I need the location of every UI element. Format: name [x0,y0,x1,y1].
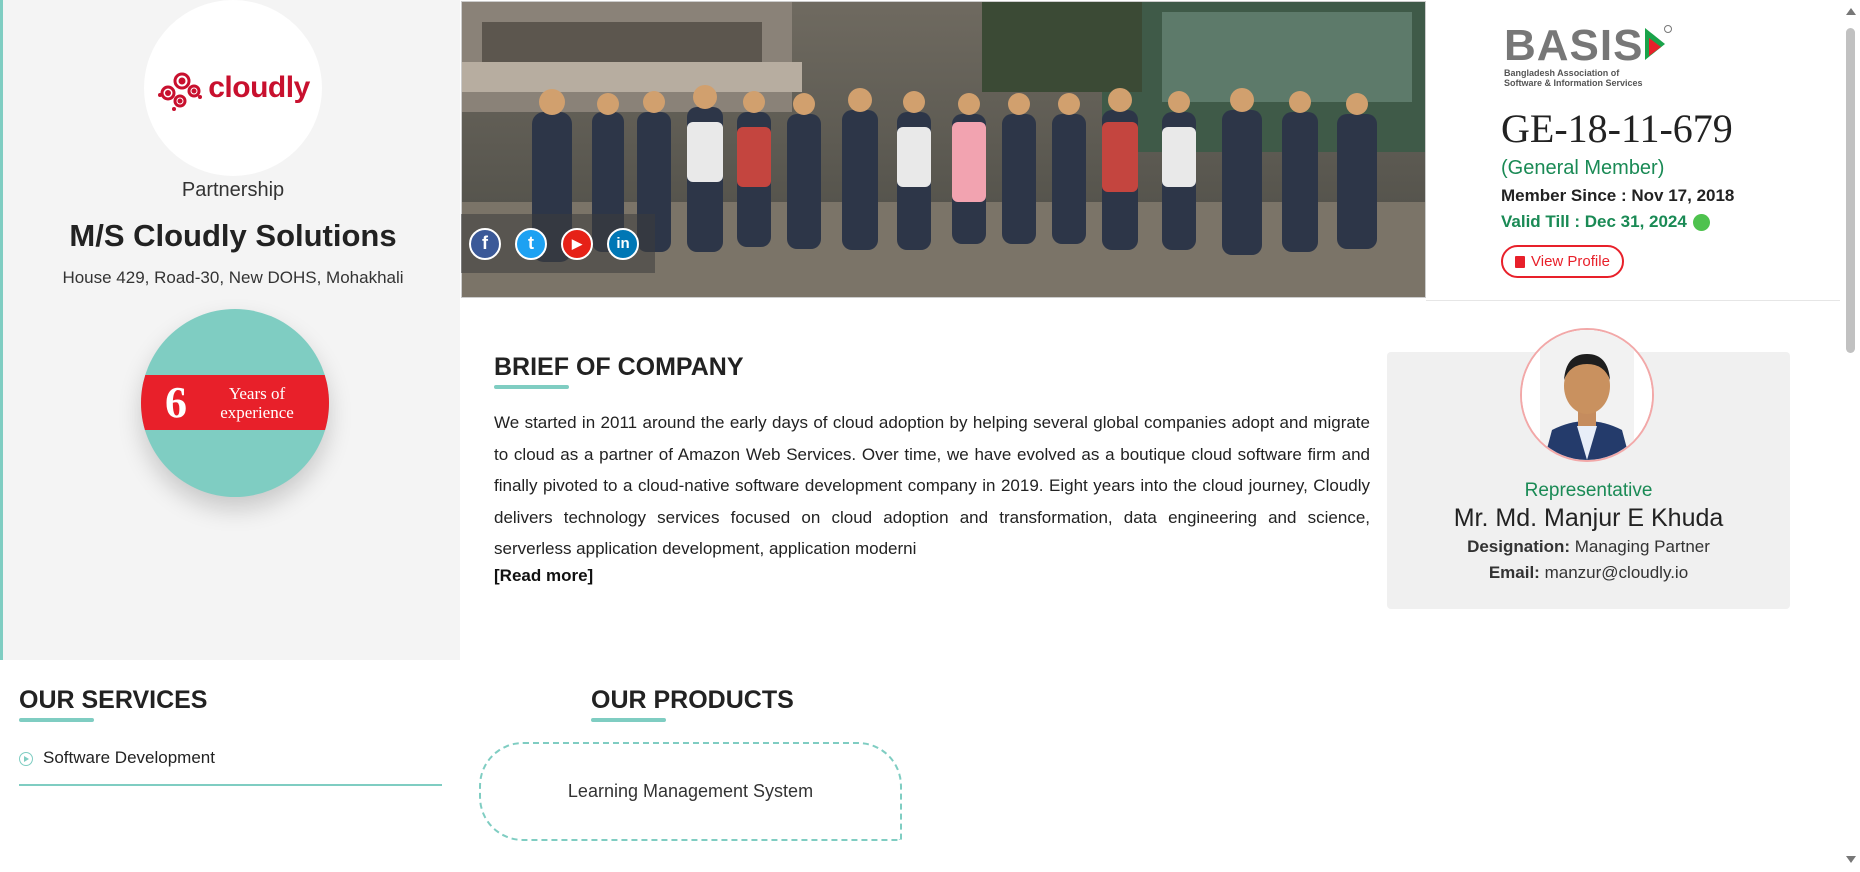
scroll-down-arrow-icon[interactable] [1846,856,1856,863]
product-card[interactable]: Learning Management System [479,742,902,841]
brief-title-underline [494,385,569,389]
email-value[interactable]: manzur@cloudly.io [1545,563,1689,582]
service-item[interactable]: Software Development [19,748,442,786]
basis-flag-icon [1645,25,1673,60]
experience-years: 6 [165,378,187,427]
valid-till: Valid Till : Dec 31, 2024 [1501,212,1710,232]
member-type: (General Member) [1501,157,1665,179]
pdf-icon [1515,255,1525,268]
twitter-icon[interactable]: t [515,227,547,260]
read-more-link[interactable]: [Read more] [494,566,593,586]
company-address: House 429, Road-30, New DOHS, Mohakhali [62,268,404,287]
logo-wordmark: cloudly [208,71,310,104]
product-label: Learning Management System [567,781,814,801]
basis-subtitle-line1: Bangladesh Association of [1504,68,1620,78]
company-name: M/S Cloudly Solutions [69,218,397,253]
company-logo: cloudly [144,0,322,176]
service-label: Software Development [43,748,215,767]
experience-label-line2: experience [220,402,294,422]
experience-badge: 6 Years of experience [141,309,329,497]
designation-label: Designation: [1467,537,1571,556]
social-links-bar: f t ▶ in [461,214,655,273]
brief-section-title: BRIEF OF COMPANY [494,353,744,381]
representative-name: Mr. Md. Manjur E Khuda [1453,504,1724,532]
scroll-thumb[interactable] [1846,28,1855,353]
brief-text: We started in 2011 around the early days… [494,413,1370,558]
experience-label-line1: Years of [228,383,286,403]
representative-avatar [1520,328,1654,462]
representative-card: Representative Mr. Md. Manjur E Khuda De… [1387,328,1790,609]
organization-type: Partnership [181,179,285,201]
view-profile-label: View Profile [1531,253,1610,270]
active-status-icon [1692,213,1710,231]
cloudly-logo-mark-icon [158,72,203,111]
products-section-title: OUR PRODUCTS [591,686,794,714]
linkedin-icon[interactable]: in [607,227,639,260]
services-title-underline [19,718,94,722]
member-since: Member Since : Nov 17, 2018 [1501,186,1735,205]
basis-wordmark: BASIS [1504,21,1644,70]
facebook-icon[interactable]: f [469,227,501,260]
play-circle-icon [19,752,33,766]
designation-value: Managing Partner [1574,537,1710,556]
representative-role: Representative [1524,480,1653,501]
youtube-icon[interactable]: ▶ [561,227,593,260]
representative-designation: Designation: Managing Partner [1387,537,1790,557]
basis-subtitle-line2: Software & Information Services [1504,78,1643,88]
company-sidebar: cloudly Partnership M/S Cloudly Solution… [0,0,460,660]
services-section-title: OUR SERVICES [19,686,208,714]
email-label: Email: [1488,563,1540,582]
membership-panel: BASIS Bangladesh Association of Software… [1426,0,1840,301]
scroll-up-arrow-icon[interactable] [1846,8,1856,15]
page-scrollbar[interactable] [1842,0,1860,872]
representative-email: Email: manzur@cloudly.io [1387,563,1790,583]
view-profile-button[interactable]: View Profile [1501,245,1624,278]
basis-logo: BASIS Bangladesh Association of Software… [1504,24,1673,88]
member-id: GE-18-11-679 [1501,106,1733,151]
products-title-underline [591,718,666,722]
valid-till-text: Valid Till : Dec 31, 2024 [1501,212,1687,231]
representative-photo [1522,330,1652,460]
